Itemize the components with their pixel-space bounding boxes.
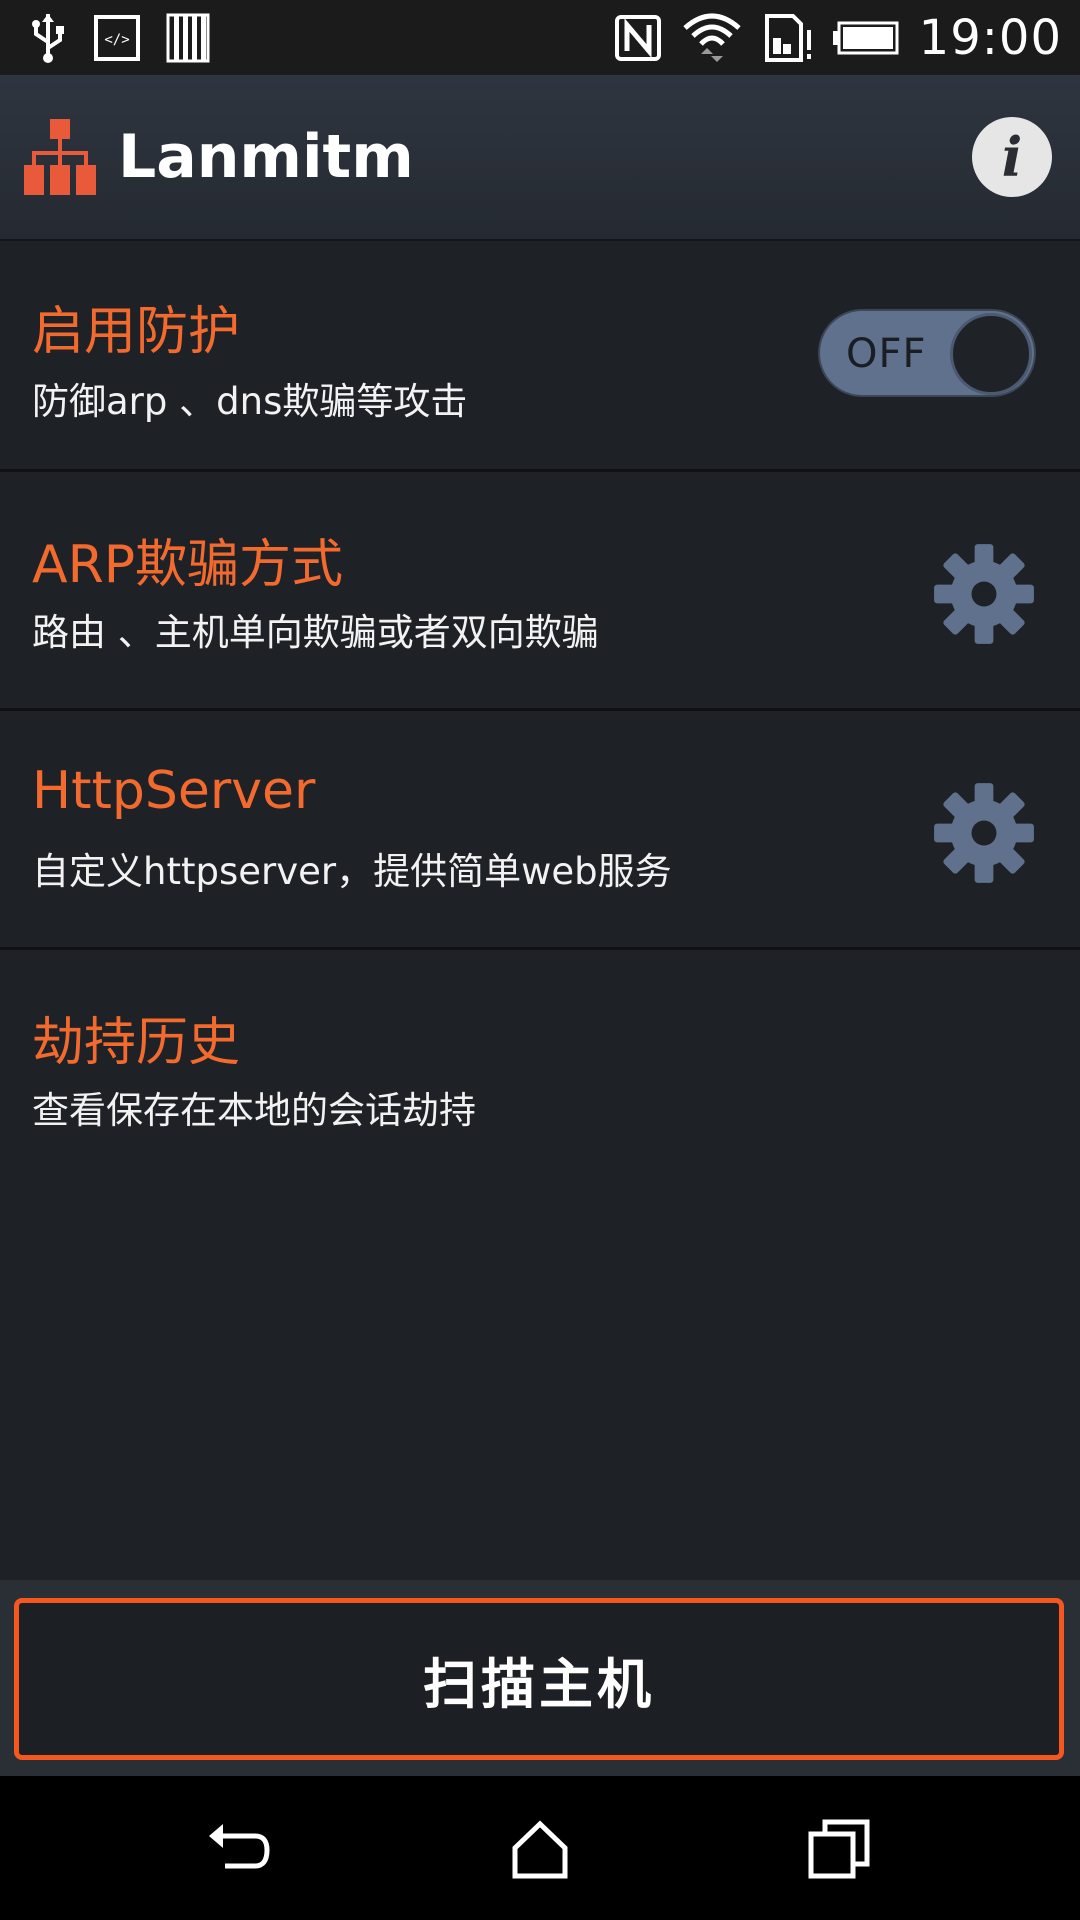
setting-title: ARP欺骗方式: [32, 535, 344, 595]
settings-list: 启用防护 防御arp 、dns欺骗等攻击 OFF ARP欺骗方式 路由 、主机单…: [0, 241, 1080, 1170]
setting-subtitle: 防御arp 、dns欺骗等攻击: [32, 380, 468, 423]
app-title: Lanmitm: [118, 122, 414, 192]
setting-enable-protection[interactable]: 启用防护 防御arp 、dns欺骗等攻击 OFF: [0, 241, 1080, 472]
gear-icon[interactable]: [932, 781, 1036, 885]
recent-apps-icon[interactable]: [805, 1814, 875, 1884]
back-icon[interactable]: [205, 1814, 275, 1884]
navigation-bar: [0, 1776, 1080, 1920]
setting-subtitle: 路由 、主机单向欺骗或者双向欺骗: [32, 611, 599, 654]
info-glyph: i: [1001, 125, 1023, 189]
battery-icon: [832, 21, 899, 54]
svg-text:</>: </>: [104, 32, 129, 48]
usb-icon: [32, 13, 64, 63]
storage-icon: [166, 13, 210, 62]
setting-subtitle: 查看保存在本地的会话劫持: [32, 1089, 476, 1132]
scan-hosts-button[interactable]: 扫描主机: [14, 1598, 1064, 1760]
info-icon[interactable]: i: [972, 117, 1052, 197]
app-bar: Lanmitm i: [0, 75, 1080, 241]
screen: </> 19:00 Lanmitm i 启用防护 防御arp 、dns欺骗等攻击…: [0, 0, 1080, 1920]
setting-hijack-history[interactable]: 劫持历史 查看保存在本地的会话劫持: [0, 950, 1080, 1170]
status-bar-right: 19:00: [595, 10, 1062, 66]
status-time: 19:00: [918, 9, 1062, 66]
developer-icon: </>: [94, 14, 140, 61]
bottom-action-area: 扫描主机: [0, 1580, 1080, 1776]
network-icon: [24, 119, 96, 195]
status-bar: </> 19:00: [0, 0, 1080, 75]
toggle-knob[interactable]: [950, 313, 1032, 395]
toggle-label: OFF: [846, 331, 927, 377]
sim-icon: [764, 13, 811, 62]
setting-http-server[interactable]: HttpServer 自定义httpserver，提供简单web服务: [0, 711, 1080, 950]
wifi-icon: [683, 13, 741, 62]
gear-icon[interactable]: [932, 542, 1036, 646]
protection-toggle[interactable]: OFF: [818, 309, 1036, 397]
home-icon[interactable]: [505, 1814, 575, 1884]
setting-arp-spoof-mode[interactable]: ARP欺骗方式 路由 、主机单向欺骗或者双向欺骗: [0, 472, 1080, 711]
setting-title: HttpServer: [32, 761, 316, 821]
nfc-icon: [614, 14, 661, 61]
status-bar-left: </>: [28, 12, 236, 64]
setting-subtitle: 自定义httpserver，提供简单web服务: [32, 850, 672, 893]
setting-title: 劫持历史: [32, 1013, 241, 1073]
setting-title: 启用防护: [32, 302, 241, 362]
